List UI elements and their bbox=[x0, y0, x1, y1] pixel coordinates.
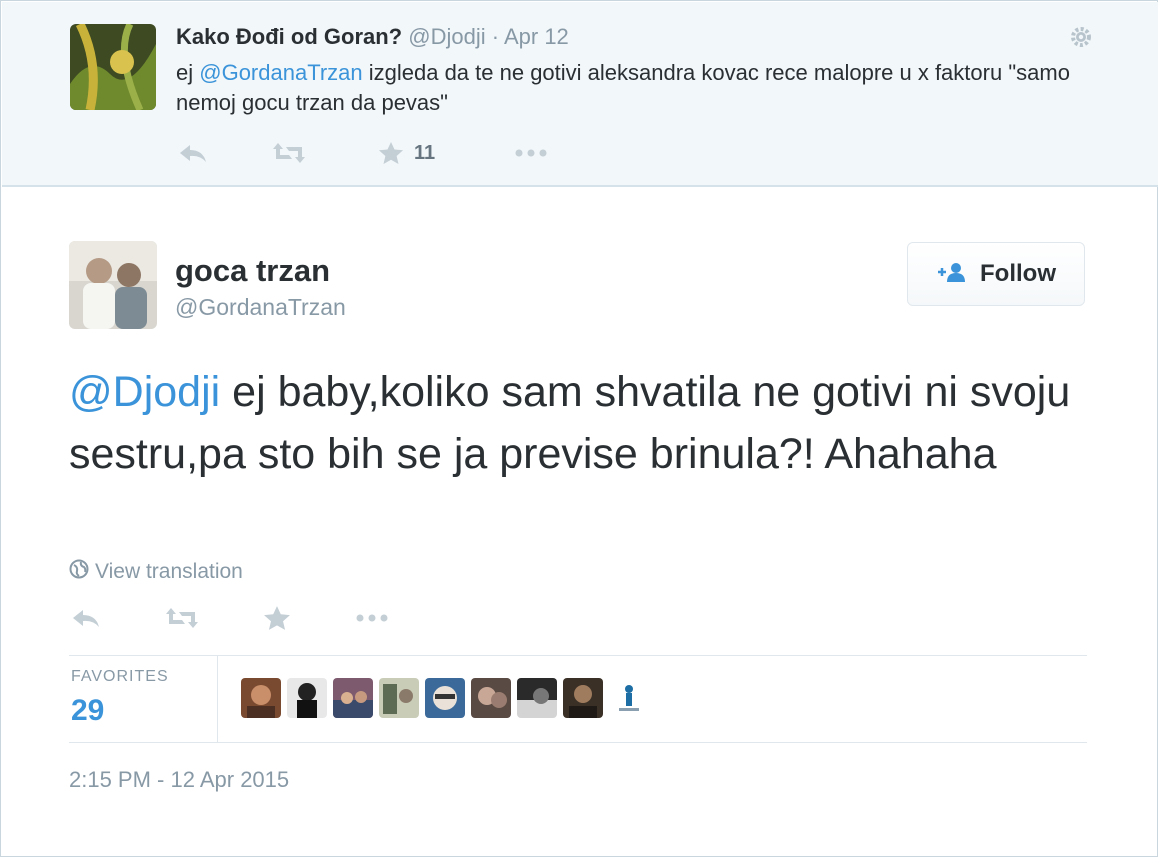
tweet-stats: FAVORITES 29 bbox=[69, 655, 1087, 743]
parent-author-handle[interactable]: @Djodji bbox=[408, 24, 485, 49]
reply-icon[interactable] bbox=[178, 138, 208, 168]
favoriter-avatar[interactable] bbox=[425, 678, 465, 718]
view-translation-link[interactable]: View translation bbox=[69, 559, 243, 584]
tweet-timestamp[interactable]: 2:15 PM - 12 Apr 2015 bbox=[69, 767, 289, 793]
parent-avatar[interactable] bbox=[70, 24, 156, 110]
favorite-icon bbox=[378, 141, 404, 165]
favorites-label: FAVORITES bbox=[71, 668, 169, 685]
separator-dot: · bbox=[491, 24, 500, 49]
author-avatar[interactable] bbox=[69, 241, 157, 329]
author-name[interactable]: goca trzan bbox=[175, 253, 330, 289]
author-handle[interactable]: @GordanaTrzan bbox=[175, 294, 346, 321]
follow-label: Follow bbox=[980, 260, 1056, 287]
favorite-count: 11 bbox=[414, 141, 436, 164]
gear-icon[interactable] bbox=[1070, 26, 1092, 48]
favorite-icon[interactable] bbox=[263, 603, 291, 633]
tweet-permalink: Kako Đođi od Goran? @Djodji · Apr 12 ej … bbox=[0, 0, 1158, 857]
view-translation-label: View translation bbox=[95, 559, 243, 583]
favorite-button[interactable]: 11 bbox=[378, 138, 435, 168]
more-icon[interactable] bbox=[514, 138, 548, 168]
reply-icon[interactable] bbox=[71, 603, 101, 633]
mention-link[interactable]: @GordanaTrzan bbox=[199, 60, 362, 85]
tweet-text-body: ej baby,koliko sam shvatila ne gotivi ni… bbox=[69, 368, 1071, 478]
favoriter-avatar[interactable] bbox=[287, 678, 327, 718]
favorites-count: 29 bbox=[71, 694, 105, 727]
favoriter-avatar[interactable] bbox=[333, 678, 373, 718]
tweet-text: @Djodji ej baby,koliko sam shvatila ne g… bbox=[69, 361, 1099, 485]
favoriter-avatars bbox=[241, 678, 649, 718]
follow-icon bbox=[936, 261, 968, 288]
favoriter-avatar[interactable] bbox=[241, 678, 281, 718]
globe-icon bbox=[69, 559, 89, 584]
parent-date[interactable]: Apr 12 bbox=[504, 24, 569, 49]
retweet-icon[interactable] bbox=[272, 138, 306, 168]
favoriter-avatar[interactable] bbox=[563, 678, 603, 718]
parent-header: Kako Đođi od Goran? @Djodji · Apr 12 bbox=[176, 24, 569, 50]
favorites-stat[interactable]: FAVORITES 29 bbox=[69, 656, 218, 742]
follow-button[interactable]: Follow bbox=[907, 242, 1085, 306]
tweet-actions bbox=[71, 603, 471, 637]
parent-author-name[interactable]: Kako Đođi od Goran? bbox=[176, 24, 402, 49]
more-icon[interactable] bbox=[355, 603, 389, 633]
favoriter-avatar[interactable] bbox=[609, 678, 649, 718]
favoriter-avatar[interactable] bbox=[517, 678, 557, 718]
favoriter-avatar[interactable] bbox=[379, 678, 419, 718]
retweet-icon[interactable] bbox=[165, 603, 199, 633]
parent-text-before: ej bbox=[176, 60, 200, 85]
parent-actions: 11 bbox=[178, 138, 578, 168]
parent-tweet[interactable]: Kako Đođi od Goran? @Djodji · Apr 12 ej … bbox=[2, 2, 1158, 187]
parent-tweet-text: ej @GordanaTrzan izgleda da te ne gotivi… bbox=[176, 58, 1076, 118]
favoriter-avatar[interactable] bbox=[471, 678, 511, 718]
mention-link[interactable]: @Djodji bbox=[69, 368, 220, 416]
